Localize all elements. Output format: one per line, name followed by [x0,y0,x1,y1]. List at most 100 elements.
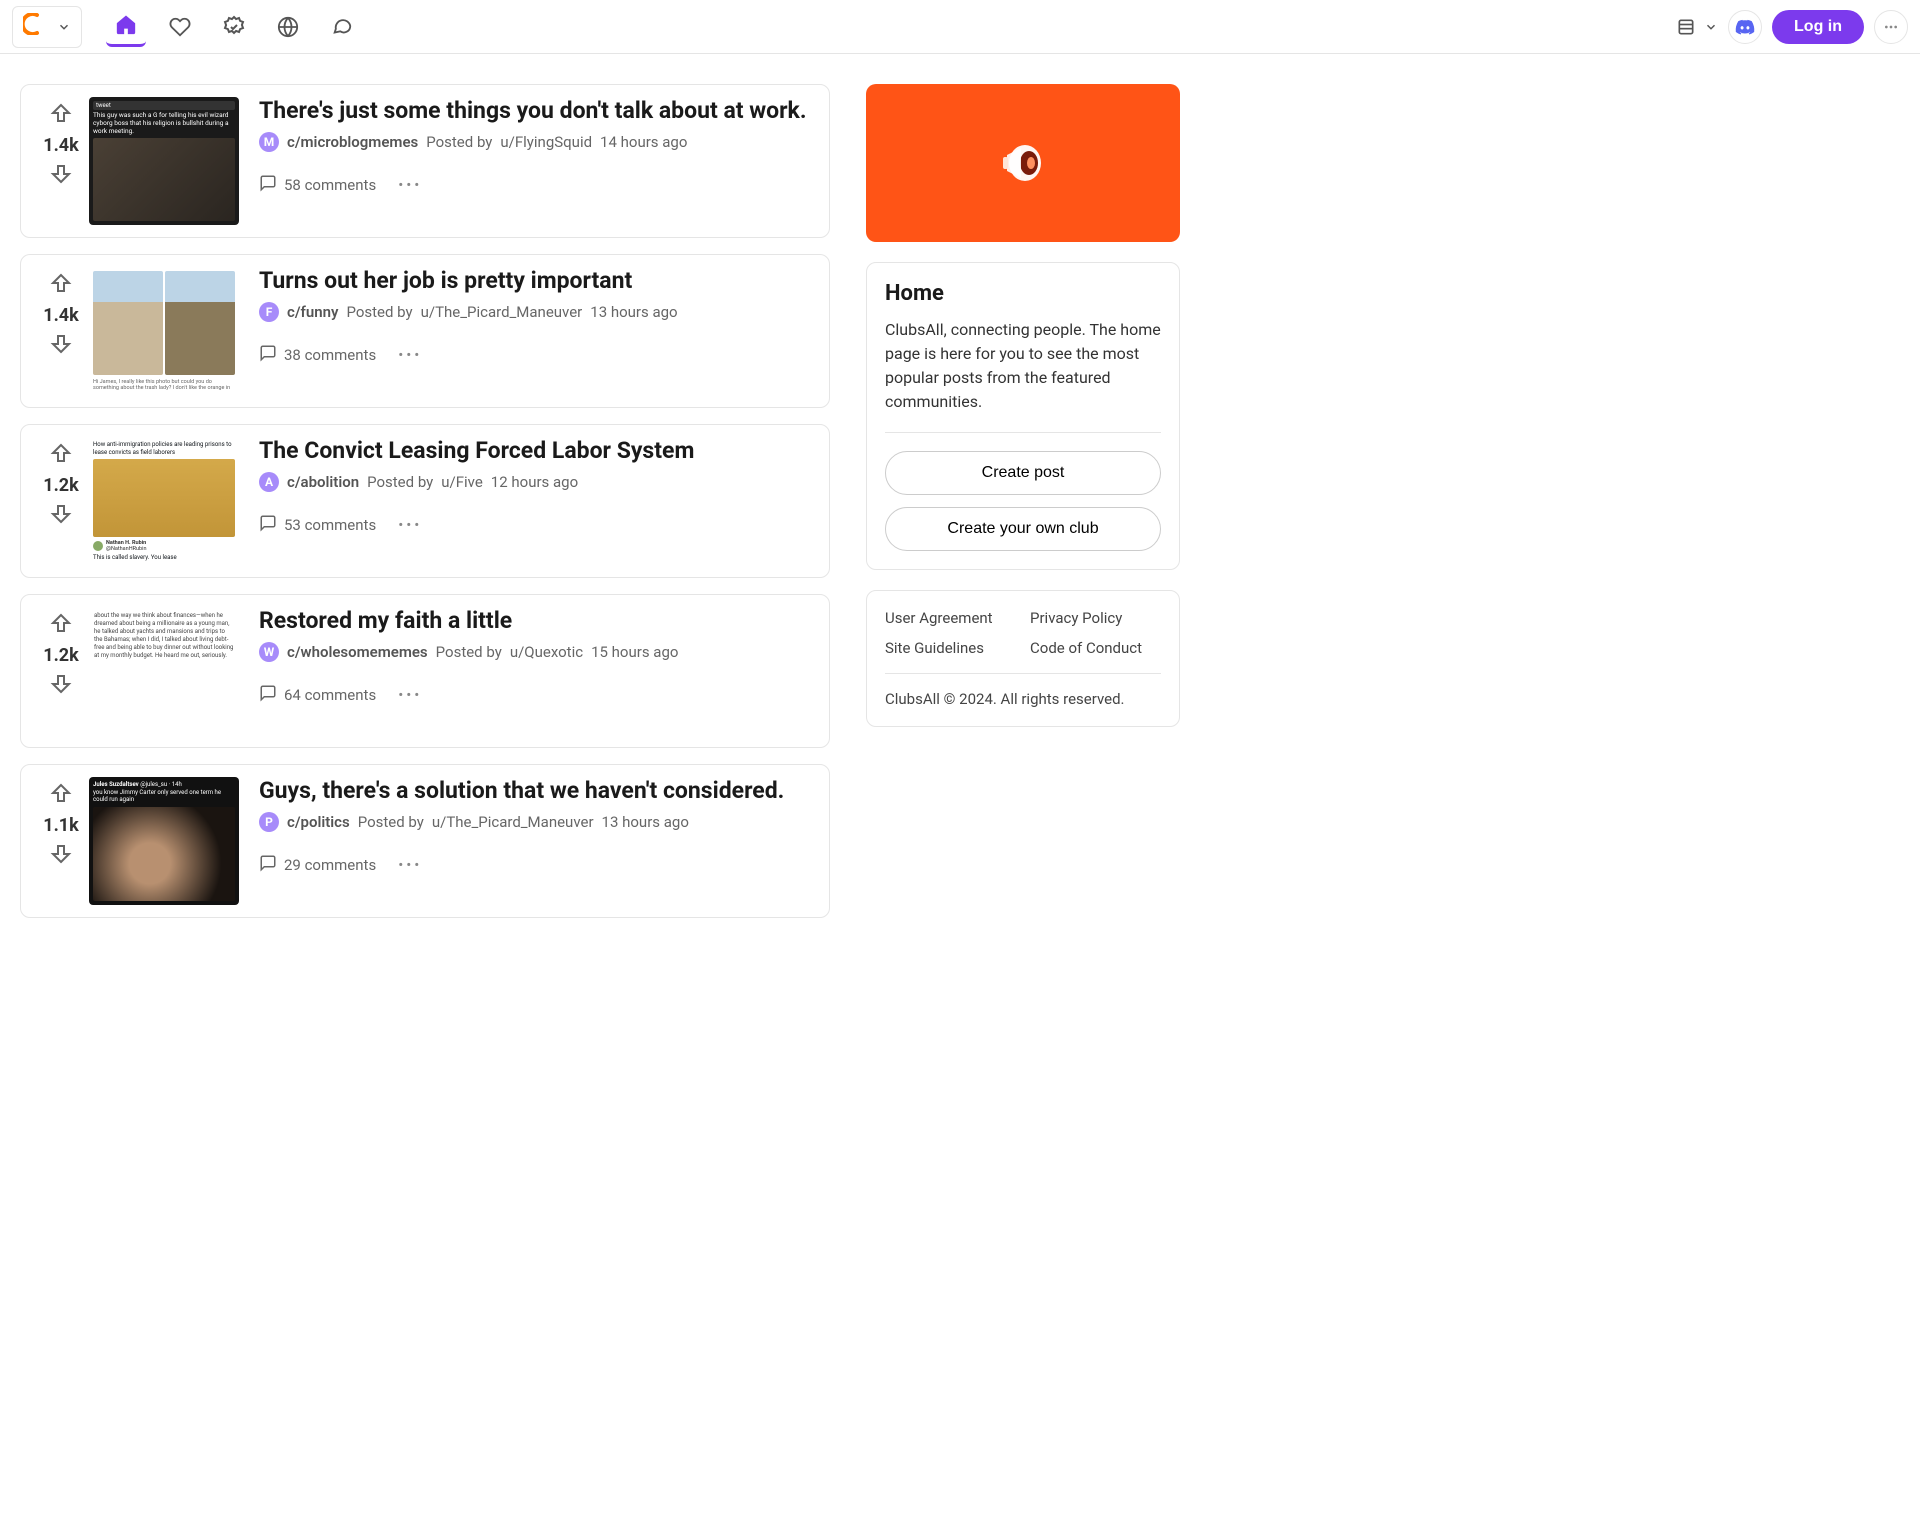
club-badge: M [259,132,279,152]
downvote-button[interactable] [49,332,73,360]
post-author[interactable]: u/The_Picard_Maneuver [432,813,594,831]
post-thumbnail[interactable]: tweetThis guy was such a G for telling h… [89,97,239,225]
post-card: 1.1k Jules Suzdaltsev @jules_su · 14hyou… [20,764,830,918]
topright-controls: Log in [1676,10,1908,44]
upvote-button[interactable] [49,611,73,639]
downvote-button[interactable] [49,502,73,530]
vote-column: 1.1k [33,777,89,905]
downvote-button[interactable] [49,162,73,190]
post-actions: 38 comments ••• [259,344,817,366]
post-title[interactable]: There's just some things you don't talk … [259,97,817,124]
link-code-of-conduct[interactable]: Code of Conduct [1030,639,1161,657]
upvote-button[interactable] [49,441,73,469]
login-button[interactable]: Log in [1772,10,1864,44]
post-feed: 1.4k tweetThis guy was such a G for tell… [20,84,830,918]
nav-explore[interactable] [268,7,308,47]
nav-verified[interactable] [214,7,254,47]
vote-column: 1.4k [33,267,89,395]
post-meta: M c/microblogmemes Posted by u/FlyingSqu… [259,132,817,152]
comment-icon [259,854,277,876]
comments-button[interactable]: 38 comments [259,344,376,366]
dots-horizontal-icon [1883,19,1899,35]
topbar: Log in [0,0,1920,54]
club-badge: P [259,812,279,832]
post-title[interactable]: Guys, there's a solution that we haven't… [259,777,817,804]
nav-tabs [106,7,362,47]
club-link[interactable]: c/politics [287,813,350,831]
post-more-button[interactable]: ••• [398,856,422,874]
nav-home[interactable] [106,7,146,47]
comments-button[interactable]: 29 comments [259,854,376,876]
post-card: 1.2k about the way we think about financ… [20,594,830,748]
comments-button[interactable]: 64 comments [259,684,376,706]
posted-by-prefix: Posted by [346,303,412,321]
comments-button[interactable]: 53 comments [259,514,376,536]
chevron-down-icon [1704,20,1718,34]
post-card: 1.4k tweetThis guy was such a G for tell… [20,84,830,238]
club-link[interactable]: c/funny [287,303,338,321]
downvote-button[interactable] [49,672,73,700]
sidebar: Home ClubsAll, connecting people. The ho… [866,84,1180,918]
club-link[interactable]: c/abolition [287,473,359,491]
create-club-button[interactable]: Create your own club [885,507,1161,551]
post-author[interactable]: u/Quexotic [510,643,583,661]
more-menu[interactable] [1874,10,1908,44]
link-privacy-policy[interactable]: Privacy Policy [1030,609,1161,627]
comment-icon [259,174,277,196]
link-user-agreement[interactable]: User Agreement [885,609,1016,627]
post-meta: F c/funny Posted by u/The_Picard_Maneuve… [259,302,817,322]
club-badge: A [259,472,279,492]
post-actions: 53 comments ••• [259,514,817,536]
upvote-button[interactable] [49,271,73,299]
posted-by-prefix: Posted by [426,133,492,151]
post-more-button[interactable]: ••• [398,516,422,534]
vote-score: 1.2k [43,645,79,666]
post-thumbnail[interactable]: How anti-immigration policies are leadin… [89,437,239,565]
vote-score: 1.4k [43,135,79,156]
downvote-button[interactable] [49,842,73,870]
post-author[interactable]: u/The_Picard_Maneuver [421,303,583,321]
card-view-icon [1676,17,1696,37]
club-link[interactable]: c/wholesomememes [287,643,428,661]
post-thumbnail[interactable]: Jules Suzdaltsev @jules_su · 14hyou know… [89,777,239,905]
comments-count: 58 comments [284,176,376,194]
post-body: Restored my faith a little W c/wholesome… [239,607,817,735]
post-more-button[interactable]: ••• [398,686,422,704]
post-meta: W c/wholesomememes Posted by u/Quexotic … [259,642,817,662]
post-body: The Convict Leasing Forced Labor System … [239,437,817,565]
upvote-button[interactable] [49,781,73,809]
home-title: Home [885,281,1161,306]
chevron-down-icon [57,20,71,34]
post-actions: 64 comments ••• [259,684,817,706]
post-title[interactable]: Restored my faith a little [259,607,817,634]
vote-column: 1.2k [33,437,89,565]
post-author[interactable]: u/FlyingSquid [500,133,592,151]
create-post-button[interactable]: Create post [885,451,1161,495]
nav-chat[interactable] [322,7,362,47]
post-more-button[interactable]: ••• [398,346,422,364]
club-badge: F [259,302,279,322]
post-meta: P c/politics Posted by u/The_Picard_Mane… [259,812,817,832]
post-more-button[interactable]: ••• [398,176,422,194]
feed-view-toggle[interactable] [1676,17,1718,37]
discord-button[interactable] [1728,10,1762,44]
post-time: 13 hours ago [602,813,689,831]
comments-count: 29 comments [284,856,376,874]
post-title[interactable]: The Convict Leasing Forced Labor System [259,437,817,464]
post-body: Guys, there's a solution that we haven't… [239,777,817,905]
upvote-button[interactable] [49,101,73,129]
post-thumbnail[interactable]: Hi James, I really like this photo but c… [89,267,239,395]
post-author[interactable]: u/Five [441,473,483,491]
comments-count: 64 comments [284,686,376,704]
post-actions: 29 comments ••• [259,854,817,876]
post-thumbnail[interactable]: about the way we think about finances—wh… [89,607,239,735]
comments-button[interactable]: 58 comments [259,174,376,196]
sidebar-banner [866,84,1180,242]
posted-by-prefix: Posted by [436,643,502,661]
posted-by-prefix: Posted by [358,813,424,831]
nav-favorites[interactable] [160,7,200,47]
post-title[interactable]: Turns out her job is pretty important [259,267,817,294]
logo-dropdown[interactable] [12,6,82,48]
club-link[interactable]: c/microblogmemes [287,133,418,151]
link-site-guidelines[interactable]: Site Guidelines [885,639,1016,657]
